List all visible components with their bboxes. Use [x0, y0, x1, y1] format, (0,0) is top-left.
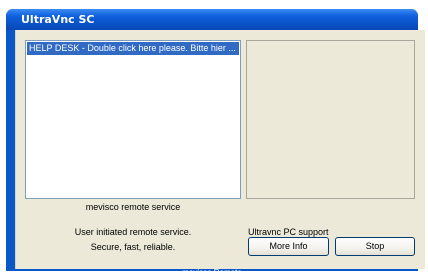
- title-bar[interactable]: UltraVnc SC: [6, 9, 418, 30]
- helpdesk-listbox[interactable]: HELP DESK - Double click here please. Bi…: [25, 40, 241, 199]
- window-title: UltraVnc SC: [21, 13, 95, 26]
- service-label: mevisco remote service: [85, 202, 181, 212]
- info-panel: [246, 40, 415, 199]
- dialog-body: HELP DESK - Double click here please. Bi…: [15, 30, 425, 269]
- support-label: Ultravnc PC support: [248, 227, 329, 237]
- footer-text: mevisco Remote: [182, 268, 242, 277]
- initiated-label: User initiated remote service.: [74, 227, 192, 237]
- secure-label: Secure, fast, reliable.: [90, 242, 176, 252]
- list-item-helpdesk[interactable]: HELP DESK - Double click here please. Bi…: [27, 42, 239, 55]
- stop-button[interactable]: Stop: [335, 237, 415, 256]
- ultravnc-window: UltraVnc SC HELP DESK - Double click her…: [6, 9, 425, 277]
- more-info-button[interactable]: More Info: [248, 237, 329, 256]
